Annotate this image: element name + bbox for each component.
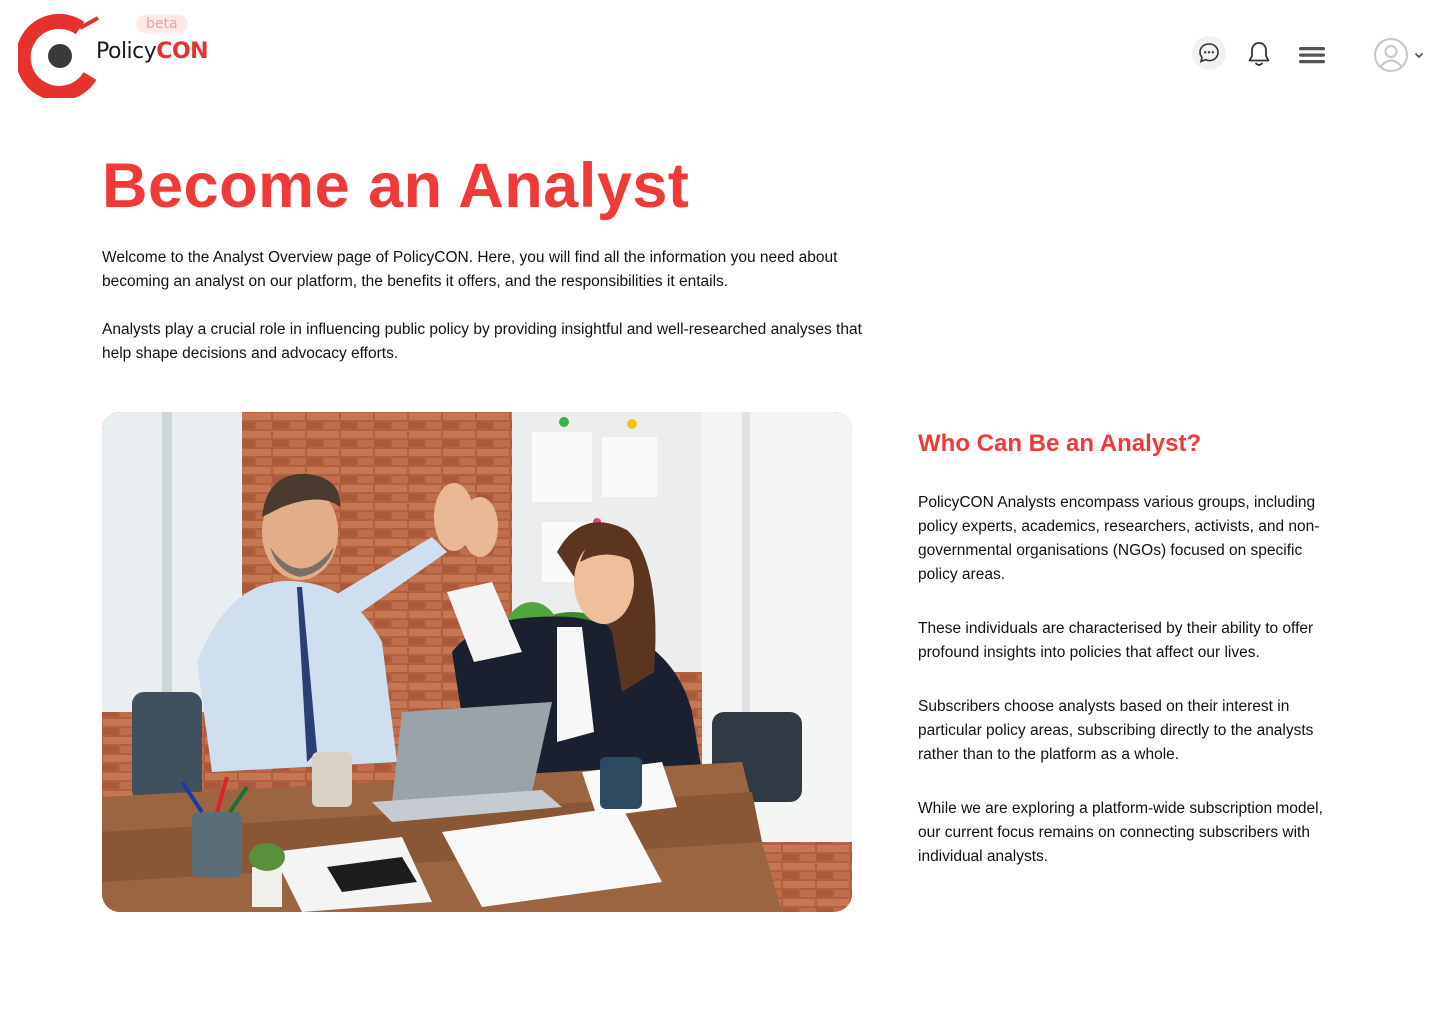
beta-badge: beta (136, 15, 188, 33)
policycon-logo-mark (18, 14, 99, 98)
who-paragraph-3: Subscribers choose analysts based on the… (918, 698, 1314, 763)
user-menu-button[interactable] (1370, 36, 1428, 74)
who-paragraph-2: These individuals are characterised by t… (918, 620, 1314, 661)
hamburger-menu-icon (1299, 47, 1325, 64)
chevron-down-icon (1414, 52, 1424, 59)
chat-button[interactable] (1192, 36, 1226, 70)
user-avatar-icon (1373, 37, 1409, 73)
who-paragraph-1: PolicyCON Analysts encompass various gro… (918, 494, 1320, 583)
page-title: Become an Analyst (102, 151, 690, 221)
chat-bubble-icon (1199, 43, 1219, 63)
brand-logo[interactable]: beta PolicyCON (18, 12, 218, 100)
brand-name: PolicyCON (96, 39, 209, 64)
intro-paragraph-1: Welcome to the Analyst Overview page of … (102, 249, 838, 290)
who-paragraph-4: While we are exploring a platform-wide s… (918, 800, 1323, 865)
notifications-button[interactable] (1243, 38, 1275, 70)
who-can-be-analyst-heading: Who Can Be an Analyst? (918, 430, 1202, 457)
main-menu-button[interactable] (1297, 40, 1327, 70)
intro-paragraph-2: Analysts play a crucial role in influenc… (102, 321, 862, 362)
bell-icon (1248, 42, 1270, 66)
hero-image (102, 412, 852, 912)
